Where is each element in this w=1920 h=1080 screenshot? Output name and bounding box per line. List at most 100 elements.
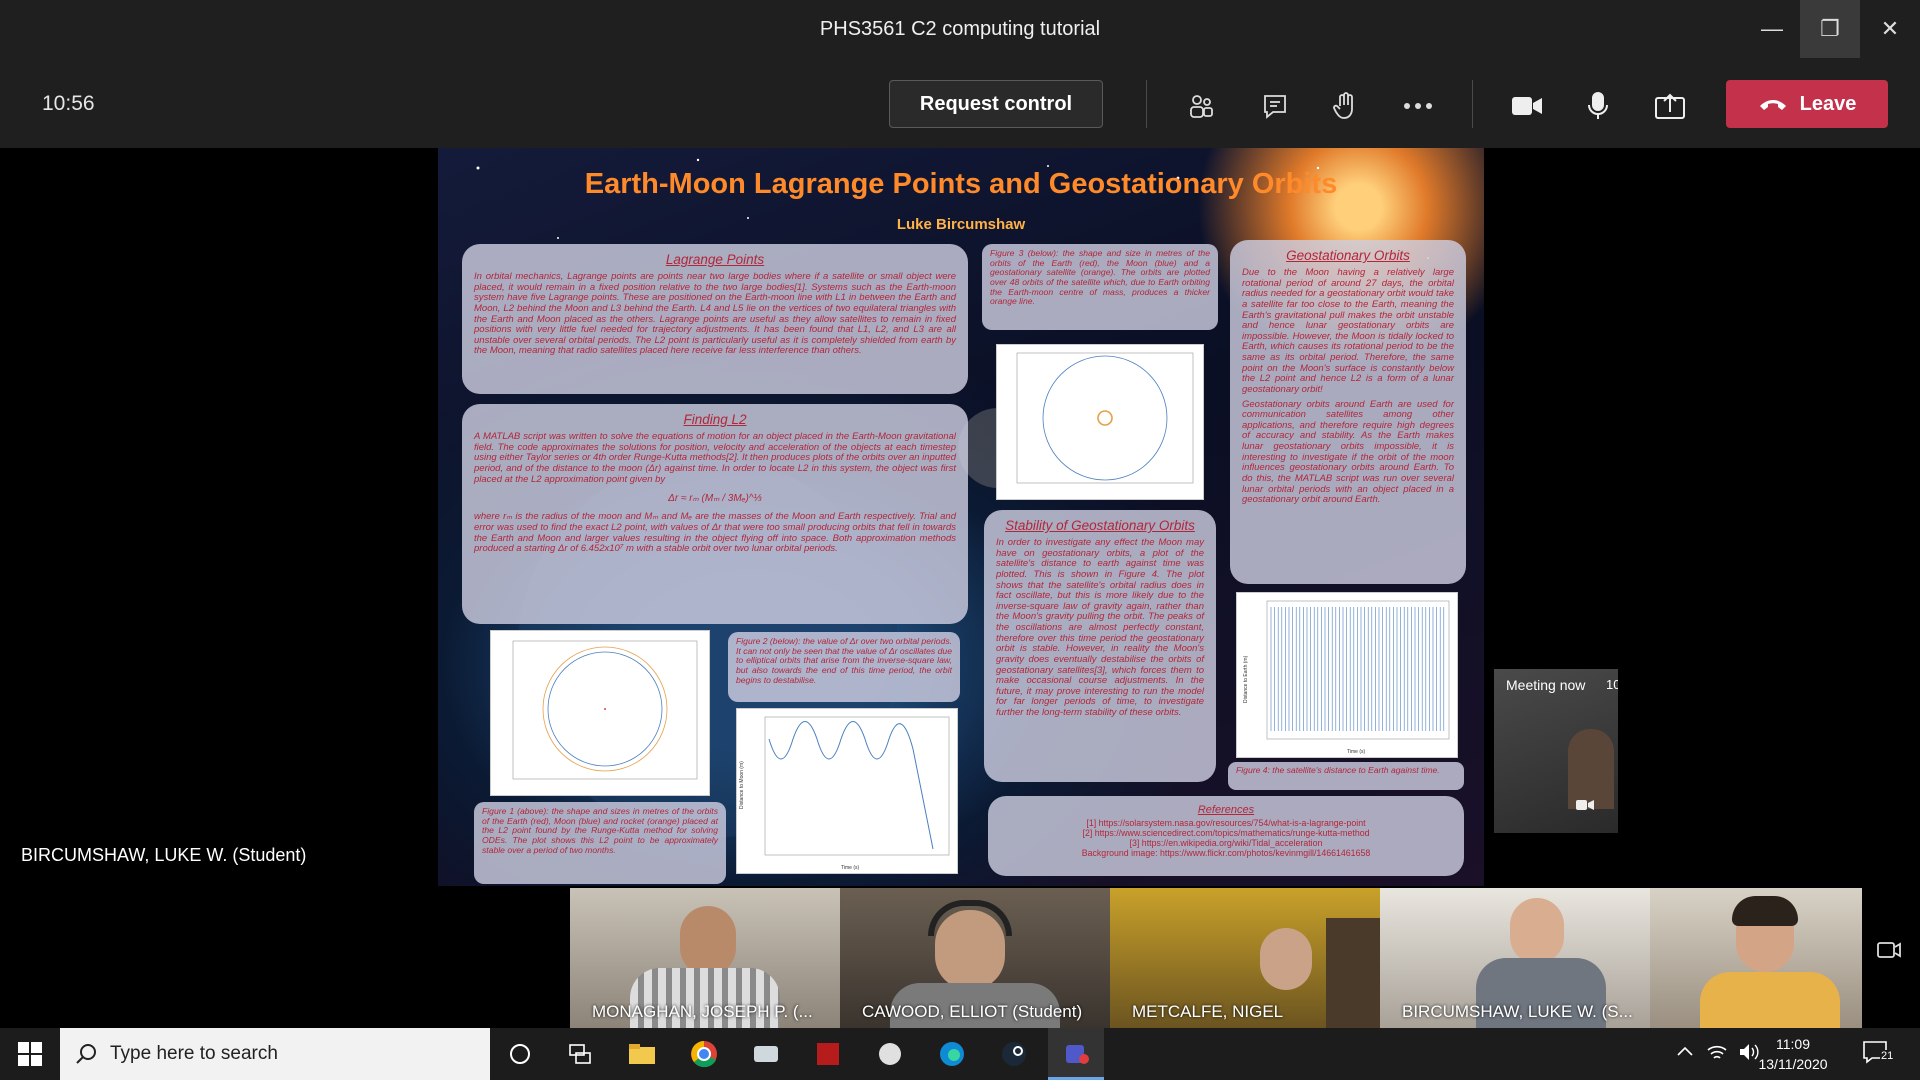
system-date: 13/11/2020 (1758, 1056, 1828, 1072)
lagrange-heading: Lagrange Points (665, 252, 765, 267)
figure-1-chart (512, 640, 698, 780)
geostationary-body-2: Geostationary orbits around Earth are us… (1242, 398, 1454, 506)
close-icon[interactable]: ✕ (1860, 0, 1920, 58)
edge-icon[interactable] (924, 1028, 980, 1080)
stability-body: In order to investigate any effect the M… (996, 537, 1204, 719)
figure-4-caption: Figure 4: the satellite's distance to Ea… (1228, 762, 1464, 790)
figure-1-caption-text: Figure 1 (above): the shape and sizes in… (482, 806, 718, 855)
figure-4-ylabel: Distance to Earth (m) (1243, 655, 1249, 703)
participant-name: BIRCUMSHAW, LUKE W. (S... (1402, 1002, 1633, 1021)
figure-2-delta-r-plot: Distance to Moon (m) Time (s) (736, 708, 958, 874)
request-control-button[interactable]: Request control (889, 80, 1103, 128)
figure-4-distance-plot: Distance to Earth (m) Time (s) (1236, 592, 1458, 758)
figure-2-chart: Distance to Moon (m) Time (s) (739, 716, 950, 871)
participants-icon[interactable] (1181, 86, 1221, 126)
app-icon[interactable] (800, 1028, 856, 1080)
leave-button[interactable]: Leave (1726, 80, 1888, 128)
search-placeholder: Type here to search (110, 1043, 278, 1064)
lagrange-points-panel: Lagrange Points In orbital mechanics, La… (462, 244, 968, 394)
l2-equation: Δr ≈ rₘ (Mₘ / 3Mₑ)^⅓ (668, 493, 762, 505)
steam-icon[interactable] (986, 1028, 1042, 1080)
camera-icon[interactable] (1576, 799, 1594, 811)
task-view-icon[interactable] (552, 1028, 608, 1080)
windows-start-icon[interactable] (18, 1042, 42, 1071)
app-icon[interactable] (862, 1028, 918, 1080)
meeting-toolbar: 10:56 Request control Leave (0, 58, 1920, 148)
figure-2-ylabel: Distance to Moon (m) (739, 761, 745, 809)
gallery-toggle-icon[interactable] (1876, 940, 1902, 967)
figure-4-chart: Distance to Earth (m) Time (s) (1243, 600, 1450, 755)
participant-tile[interactable]: METCALFE, NIGEL (1110, 888, 1380, 1028)
figure-2-caption-text: Figure 2 (below): the value of Δr over t… (736, 636, 952, 685)
geostationary-heading: Geostationary Orbits (1286, 248, 1410, 263)
minimize-icon[interactable]: — (1742, 0, 1802, 58)
notifications-icon[interactable]: 21 (1862, 1040, 1895, 1069)
toolbar-divider (1472, 80, 1473, 128)
references-panel: References [1] https://solarsystem.nasa.… (988, 796, 1464, 876)
figure-3-orbit-plot (996, 344, 1204, 500)
figure-1-caption: Figure 1 (above): the shape and sizes in… (474, 802, 726, 884)
teams-icon[interactable] (1048, 1028, 1104, 1080)
microphone-icon[interactable] (1578, 86, 1618, 126)
more-options-icon[interactable] (1398, 86, 1438, 126)
participant-tile[interactable]: CAWOOD, ELLIOT (Student) (840, 888, 1110, 1028)
app-icon[interactable] (738, 1028, 794, 1080)
restore-icon[interactable]: ❐ (1800, 0, 1860, 58)
reference-item[interactable]: Background image: https://www.flickr.com… (1000, 848, 1452, 859)
geostationary-body: Due to the Moon having a relatively larg… (1242, 267, 1454, 395)
poster-title: Earth-Moon Lagrange Points and Geostatio… (584, 168, 1338, 200)
participant-tile[interactable]: MONAGHAN, JOSEPH P. (... (570, 888, 840, 1028)
wifi-icon[interactable] (1706, 1042, 1728, 1067)
participant-name: MONAGHAN, JOSEPH P. (... (592, 1002, 813, 1021)
poster-author: Luke Bircumshaw (896, 216, 1026, 233)
figure-3-caption: Figure 3 (below): the shape and size in … (982, 244, 1218, 330)
figure-4-xlabel: Time (s) (1347, 749, 1365, 755)
participant-tile[interactable] (1650, 888, 1862, 1028)
search-icon (76, 1044, 96, 1064)
notification-count: 21 (1880, 1050, 1895, 1062)
share-screen-icon[interactable] (1650, 86, 1690, 126)
self-view-tile[interactable]: Meeting now 10 (1494, 669, 1618, 833)
participant-tile[interactable]: BIRCUMSHAW, LUKE W. (S... (1380, 888, 1650, 1028)
participant-name: CAWOOD, ELLIOT (Student) (862, 1002, 1083, 1021)
chevron-up-icon[interactable] (1676, 1044, 1694, 1062)
meeting-now-badge: Meeting now (1506, 677, 1586, 693)
camera-icon[interactable] (1507, 86, 1547, 126)
raise-hand-icon[interactable] (1325, 86, 1365, 126)
toolbar-divider (1146, 80, 1147, 128)
figure-2-caption: Figure 2 (below): the value of Δr over t… (728, 632, 960, 702)
system-clock[interactable]: 11:09 13/11/2020 (1748, 1034, 1838, 1074)
stability-heading: Stability of Geostationary Orbits (1005, 518, 1195, 533)
shared-screen-stage: Earth-Moon Lagrange Points and Geostatio… (0, 148, 1920, 888)
geostationary-panel: Geostationary Orbits Due to the Moon hav… (1230, 240, 1466, 584)
cortana-icon[interactable] (492, 1028, 548, 1080)
phone-hangup-icon (1759, 100, 1786, 110)
window-title: PHS3561 C2 computing tutorial (819, 17, 1101, 40)
figure-3-caption-text: Figure 3 (below): the shape and size in … (990, 248, 1210, 307)
finding-l2-body-2: where rₘ is the radius of the moon and M… (474, 511, 956, 555)
meeting-now-suffix: 10 (1606, 677, 1618, 692)
participant-gallery: MONAGHAN, JOSEPH P. (... CAWOOD, ELLIOT … (0, 888, 1920, 1028)
figure-1-orbit-plot (490, 630, 710, 796)
meeting-timer: 10:56 (42, 92, 95, 115)
figure-3-chart (1016, 352, 1194, 484)
references-heading: References (1197, 804, 1255, 816)
finding-l2-heading: Finding L2 (683, 412, 747, 427)
lagrange-body: In orbital mechanics, Lagrange points ar… (474, 271, 956, 357)
taskbar-search-input[interactable]: Type here to search (60, 1028, 490, 1080)
leave-label: Leave (1799, 92, 1857, 115)
stability-panel: Stability of Geostationary Orbits In ord… (984, 510, 1216, 782)
figure-2-xlabel: Time (s) (841, 865, 859, 871)
participant-name: METCALFE, NIGEL (1132, 1002, 1284, 1021)
figure-4-oscillation (1270, 607, 1445, 731)
finding-l2-panel: Finding L2 A MATLAB script was written t… (462, 404, 968, 624)
chrome-icon[interactable] (676, 1028, 732, 1080)
figure-4-caption-text: Figure 4: the satellite's distance to Ea… (1236, 765, 1440, 775)
chat-icon[interactable] (1255, 86, 1295, 126)
windows-taskbar: Type here to search 11:09 13/11/2020 21 (0, 1028, 1920, 1080)
finding-l2-body: A MATLAB script was written to solve the… (474, 431, 956, 485)
shared-poster: Earth-Moon Lagrange Points and Geostatio… (438, 148, 1484, 886)
system-time: 11:09 (1776, 1036, 1810, 1052)
file-explorer-icon[interactable] (614, 1028, 670, 1080)
presenter-name-label: BIRCUMSHAW, LUKE W. (Student) (21, 845, 307, 865)
